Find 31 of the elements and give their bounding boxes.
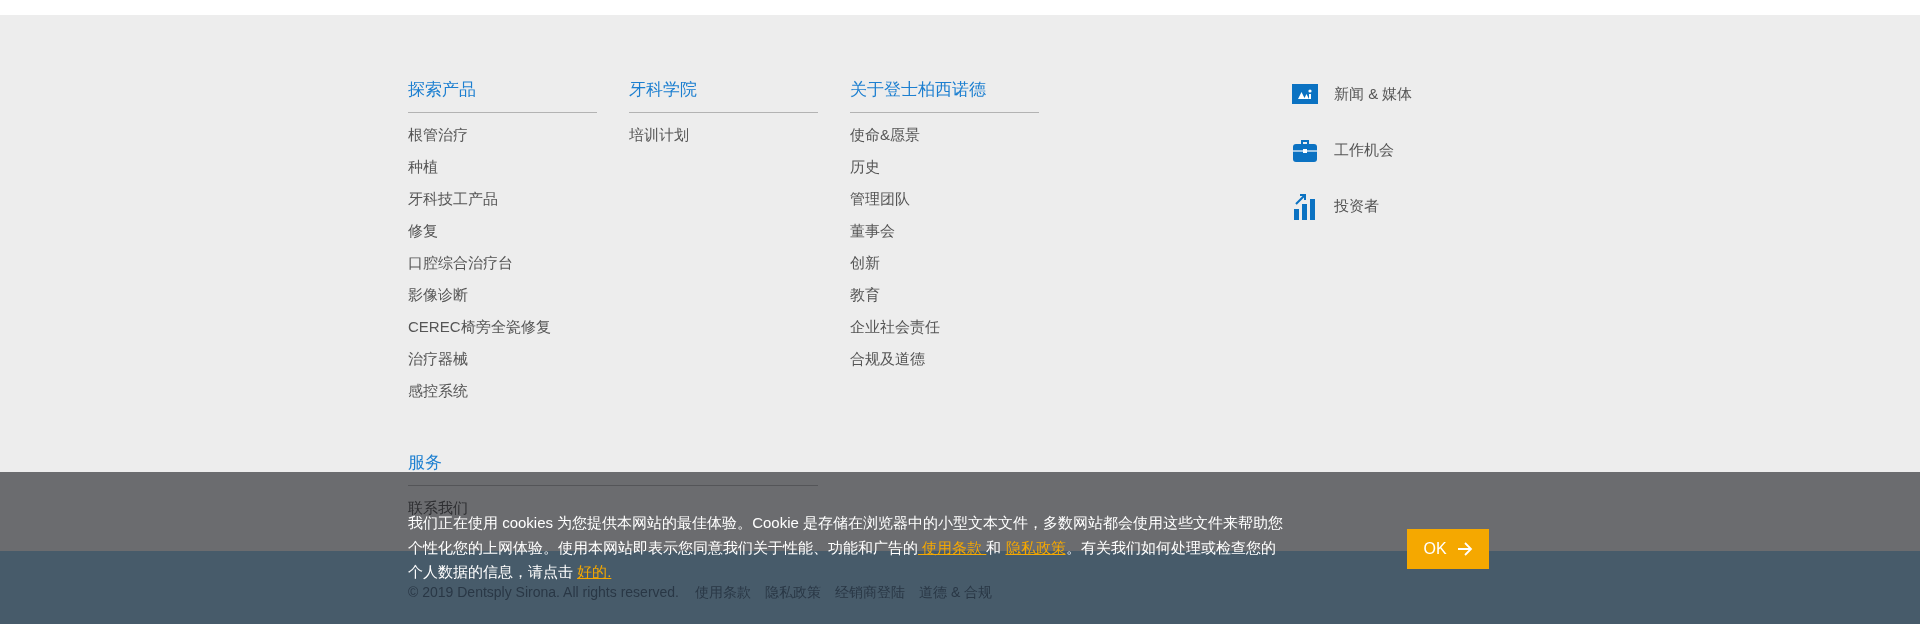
footer-link[interactable]: 工作机会: [1334, 140, 1394, 160]
footer-link[interactable]: 种植: [408, 157, 438, 177]
footer-link[interactable]: 投资者: [1334, 196, 1379, 216]
image-icon: [1292, 84, 1318, 104]
cookie-message: 我们正在使用 cookies 为您提供本网站的最佳体验。Cookie 是存储在浏览器中的小型文本文件，多数网站都会使用这些文件来帮助您个性化您的上网体验。使用本网站即表示您同意我们关于性能、功能和广告的 使用条款 和 隐私政策。有关我们如何处理或检查您的个人数据的信息，请点击 好的.: [408, 514, 1285, 582]
footer-link[interactable]: 合规及道德: [850, 349, 925, 369]
footer-link[interactable]: 企业社会责任: [850, 317, 940, 337]
footer-link[interactable]: 修复: [408, 221, 438, 241]
footer-link[interactable]: 创新: [850, 253, 880, 273]
footer-link[interactable]: 影像诊断: [408, 285, 468, 305]
footer-link[interactable]: 培训计划: [629, 125, 689, 145]
footer-link[interactable]: 新闻 & 媒体: [1334, 84, 1413, 104]
footer-link[interactable]: 教育: [850, 285, 880, 305]
arrow-icon: [1456, 542, 1473, 556]
footer-link[interactable]: 董事会: [850, 221, 895, 241]
column-heading: 关于登士柏西诺德: [850, 79, 986, 101]
footer-link[interactable]: 使命&愿景: [850, 125, 920, 145]
column-heading: 牙科学院: [629, 79, 697, 101]
bar-chart-icon: [1292, 192, 1318, 220]
footer-link[interactable]: 根管治疗: [408, 125, 468, 145]
footer-link[interactable]: 牙科技工产品: [408, 189, 498, 209]
column-heading: 服务: [408, 452, 442, 474]
column-heading: 探索产品: [408, 79, 476, 101]
footer-link[interactable]: CEREC椅旁全瓷修复: [408, 317, 551, 337]
policy-link[interactable]: 好的.: [577, 563, 612, 580]
footer-link[interactable]: 治疗器械: [408, 349, 468, 369]
briefcase-icon: [1292, 137, 1318, 163]
footer-link[interactable]: 口腔综合治疗台: [408, 253, 513, 273]
footer-link[interactable]: 感控系统: [408, 381, 468, 401]
footer-link[interactable]: 管理团队: [850, 189, 910, 209]
footer-link[interactable]: 历史: [850, 157, 880, 177]
